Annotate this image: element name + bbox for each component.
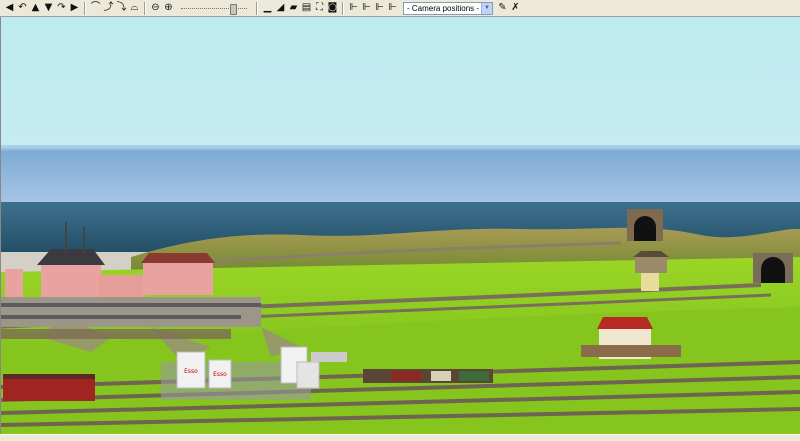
terrain-tool-icon[interactable]: ◢ [274, 2, 287, 15]
zoom-slider-track [181, 7, 247, 10]
rotate-left-icon[interactable]: ↶ [16, 2, 29, 15]
clouds [1, 145, 800, 205]
toolbar-separator [256, 1, 258, 15]
tilt-up-icon[interactable]: ⤴ [102, 2, 115, 15]
chevron-down-icon[interactable]: ▼ [481, 2, 492, 14]
toolbar-separator [84, 1, 86, 15]
toolbar-separator [144, 1, 146, 15]
edit-camera-icon[interactable]: ✎ [496, 2, 509, 15]
zoom-out-icon[interactable]: ⊖ [149, 2, 162, 15]
delete-camera-icon[interactable]: ✗ [509, 2, 522, 15]
toolbar: ◀ ↶ ▲ ▼ ↷ ▶ ⌒ ⤴ ⤵ ⌓ ⊖ ⊕ ▁ ◢ ▰ ▤ ⛶ ◙ ⊩ ⊩ ⊩ ⊩ - Camera posi… [0, 0, 800, 17]
arrow-up-icon[interactable]: ▲ [29, 2, 42, 15]
signal-2-icon[interactable]: ⊩ [360, 2, 373, 15]
camera-positions-value: - Camera positions - [407, 3, 480, 13]
fullscreen-icon[interactable]: ⛶ [313, 2, 326, 15]
signal-group: ⊩ ⊩ ⊩ ⊩ [347, 2, 399, 15]
arrow-left-icon[interactable]: ◀ [3, 2, 16, 15]
toolbar-separator [342, 1, 344, 15]
zoom-group: ⊖ ⊕ [149, 2, 175, 15]
look-down-icon[interactable]: ⌓ [128, 2, 141, 15]
tool-group: ▁ ◢ ▰ ▤ ⛶ ◙ [261, 2, 339, 15]
signal-4-icon[interactable]: ⊩ [386, 2, 399, 15]
zoom-slider-thumb[interactable] [230, 3, 238, 15]
tunnel-portal-right [753, 253, 793, 283]
arrow-down-icon[interactable]: ▼ [42, 2, 55, 15]
tank-label-2: Esso [213, 371, 227, 378]
train-icon[interactable]: ▰ [287, 2, 300, 15]
station-platforms [1, 297, 261, 339]
rotate-right-icon[interactable]: ↷ [55, 2, 68, 15]
track-tool-icon[interactable]: ▁ [261, 2, 274, 15]
look-up-icon[interactable]: ⌒ [89, 2, 102, 15]
arrow-right-icon[interactable]: ▶ [68, 2, 81, 15]
camera-positions-select[interactable]: - Camera positions - ▼ [403, 1, 493, 15]
tunnel-portal-upper [627, 209, 663, 241]
tank-label-1: Esso [184, 368, 198, 375]
freight-wagons [363, 369, 493, 383]
camera-icon[interactable]: ◙ [326, 2, 339, 15]
zoom-in-icon[interactable]: ⊕ [162, 2, 175, 15]
signal-1-icon[interactable]: ⊩ [347, 2, 360, 15]
view-group: ⌒ ⤴ ⤵ ⌓ [89, 2, 141, 15]
3d-viewport[interactable]: Esso Esso [0, 17, 800, 434]
zoom-slider[interactable] [179, 2, 249, 15]
rails-icon[interactable]: ▤ [300, 2, 313, 15]
navigation-group: ◀ ↶ ▲ ▼ ↷ ▶ [3, 2, 81, 15]
signal-3-icon[interactable]: ⊩ [373, 2, 386, 15]
tilt-down-icon[interactable]: ⤵ [115, 2, 128, 15]
scene: Esso Esso [1, 17, 800, 434]
camera-edit-group: ✎ ✗ [496, 2, 522, 15]
red-warehouse [3, 374, 95, 401]
